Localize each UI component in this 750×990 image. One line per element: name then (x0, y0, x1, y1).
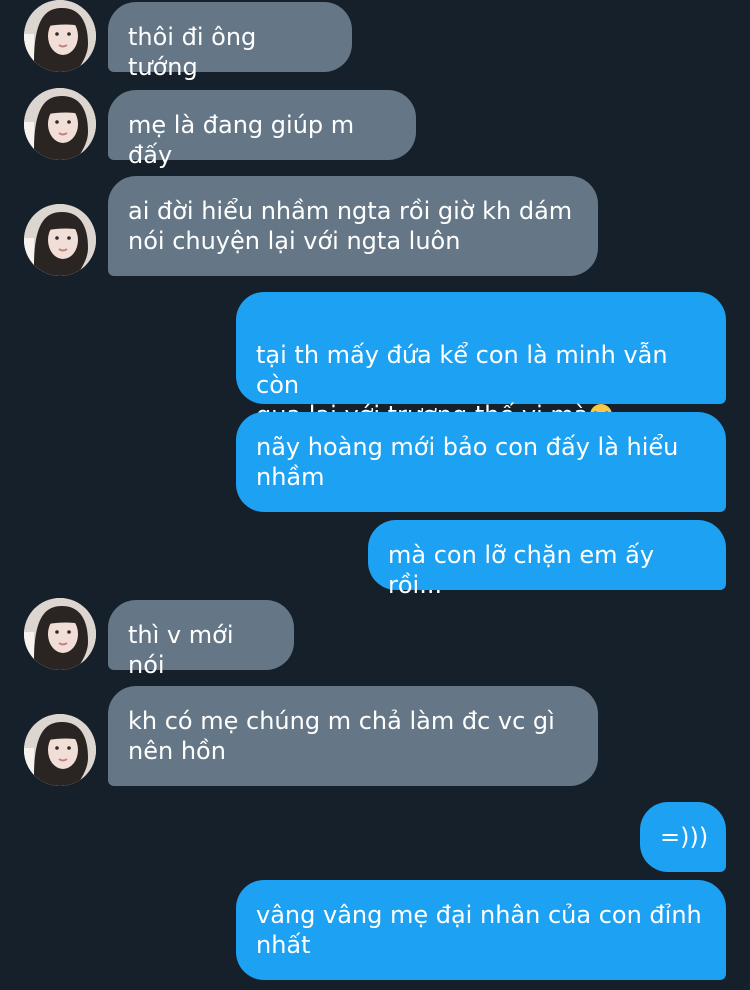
conversation-thread: thôi đi ông tướng mẹ là đang giúp m đấy (0, 0, 750, 990)
contact-avatar[interactable] (24, 714, 96, 786)
message-bubble[interactable]: kh có mẹ chúng m chả làm đc vc gì nên hồ… (108, 686, 598, 786)
message-bubble[interactable]: vâng vâng mẹ đại nhân của con đỉnh nhất (236, 880, 726, 980)
message-bubble[interactable]: nãy hoàng mới bảo con đấy là hiểu nhầm (236, 412, 726, 512)
message-bubble[interactable]: mẹ là đang giúp m đấy (108, 90, 416, 169)
avatar-photo-icon (24, 88, 96, 160)
message-bubble[interactable]: tại th mấy đứa kể con là minh vẫn còn qu… (236, 292, 726, 429)
message-bubble[interactable]: thôi đi ông tướng (108, 2, 352, 81)
contact-avatar[interactable] (24, 88, 96, 160)
avatar-photo-icon (24, 204, 96, 276)
message-bubble[interactable]: ai đời hiểu nhầm ngta rồi giờ kh dám nói… (108, 176, 598, 276)
contact-avatar[interactable] (24, 0, 96, 72)
message-bubble[interactable]: =))) (640, 802, 726, 872)
avatar-photo-icon (24, 0, 96, 72)
contact-avatar[interactable] (24, 204, 96, 276)
avatar-photo-icon (24, 598, 96, 670)
avatar-photo-icon (24, 714, 96, 786)
contact-avatar[interactable] (24, 598, 96, 670)
message-bubble[interactable]: thì v mới nói (108, 600, 294, 679)
message-bubble[interactable]: mà con lỡ chặn em ấy rồi... (368, 520, 726, 599)
